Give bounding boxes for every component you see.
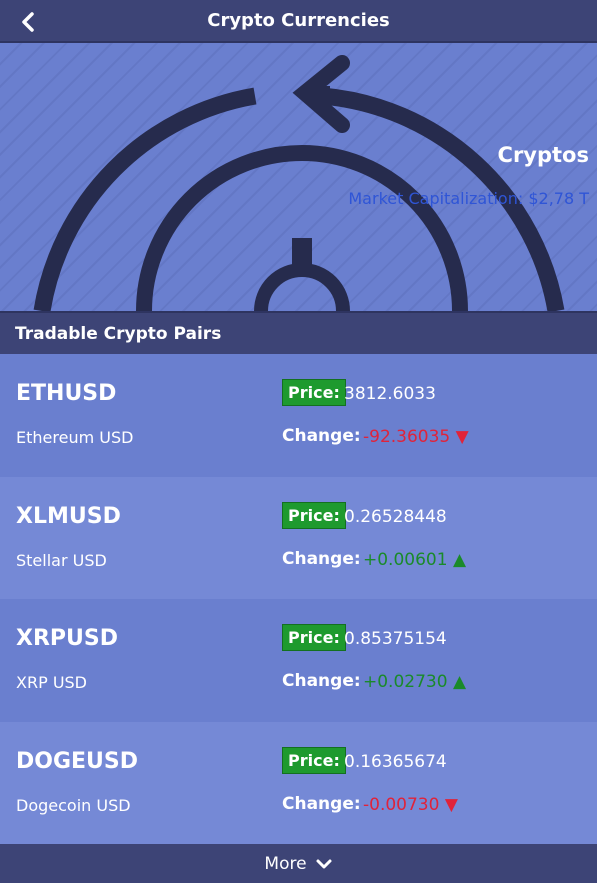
pair-symbol: DOGEUSD [16, 748, 139, 774]
change-label: Change: [282, 548, 361, 569]
change-value: -0.00730 ▼ [363, 794, 458, 815]
price-badge: Price: [282, 501, 346, 529]
market-cap-label: Market Capitalization: $2,78 T [348, 189, 589, 208]
chevron-left-icon [22, 12, 34, 32]
chevron-down-icon [316, 859, 332, 868]
pair-item-ethusd[interactable]: ETHUSD Ethereum USD Price: 3812.6033 Cha… [0, 354, 597, 477]
pair-name: Ethereum USD [16, 428, 134, 447]
price-badge: Price: [282, 624, 346, 651]
more-label: More [264, 853, 307, 874]
page-title: Crypto Currencies [207, 10, 390, 31]
refresh-arrow-icon [33, 55, 565, 311]
back-button[interactable] [14, 8, 42, 36]
pair-symbol: XRPUSD [16, 626, 118, 651]
pair-item-xlmusd[interactable]: XLMUSD Stellar USD Price: 0.26528448 Cha… [0, 476, 597, 599]
pair-name: Stellar USD [16, 550, 107, 570]
change-value: -92.36035 ▼ [363, 427, 469, 447]
section-header: Tradable Crypto Pairs [0, 311, 597, 354]
price-value: 0.16365674 [344, 751, 447, 772]
pair-item-dogeusd[interactable]: DOGEUSD Dogecoin USD Price: 0.16365674 C… [0, 721, 597, 844]
pair-item-xrpusd[interactable]: XRPUSD XRP USD Price: 0.85375154 Change:… [0, 599, 597, 722]
price-badge: Price: [282, 379, 346, 406]
pair-symbol: ETHUSD [16, 381, 117, 406]
app-header: Crypto Currencies [0, 0, 597, 43]
hero-title: Cryptos [497, 143, 589, 167]
price-value: 0.26528448 [344, 506, 447, 527]
pair-name: XRP USD [16, 673, 87, 692]
price-badge: Price: [282, 746, 346, 774]
price-value: 3812.6033 [344, 384, 436, 404]
change-label: Change: [282, 793, 361, 814]
pair-name: Dogecoin USD [16, 795, 131, 815]
price-value: 0.85375154 [344, 629, 447, 649]
more-button[interactable]: More [0, 844, 597, 883]
change-label: Change: [282, 426, 361, 446]
section-title: Tradable Crypto Pairs [15, 323, 222, 344]
pair-symbol: XLMUSD [16, 503, 121, 529]
change-value: +0.02730 ▲ [363, 672, 467, 692]
hero-banner: Cryptos Market Capitalization: $2,78 T [0, 43, 597, 311]
change-value: +0.00601 ▲ [363, 549, 467, 570]
pairs-list: ETHUSD Ethereum USD Price: 3812.6033 Cha… [0, 354, 597, 844]
change-label: Change: [282, 671, 361, 691]
